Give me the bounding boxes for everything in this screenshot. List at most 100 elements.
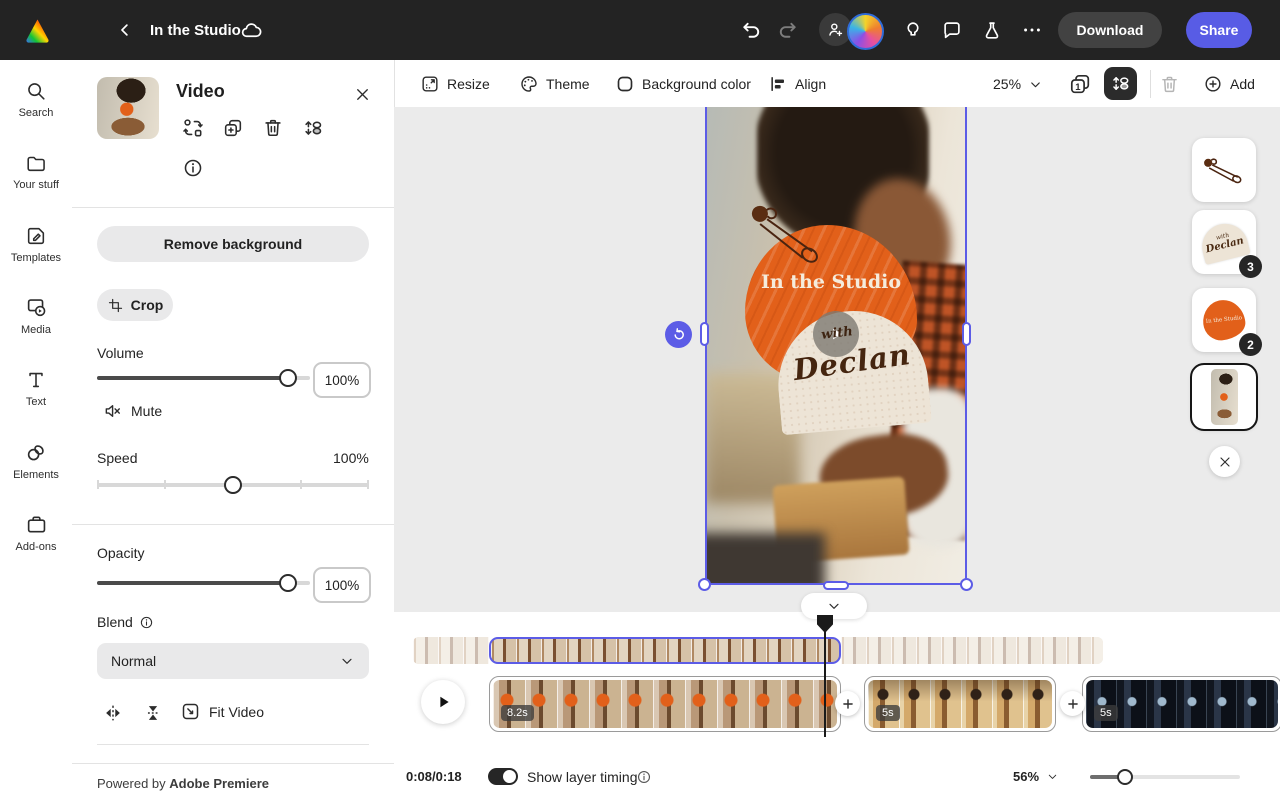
opacity-value[interactable]: 100% [313, 567, 371, 603]
selected-video-element[interactable]: In the Studio with Declan [705, 107, 967, 585]
scrubber-strip-right[interactable] [841, 637, 1103, 664]
playhead-line [824, 631, 826, 737]
document-title[interactable]: In the Studio [150, 22, 241, 39]
timeline-clip-3[interactable]: 5s [1082, 676, 1280, 732]
timeline-play-button[interactable] [421, 680, 465, 724]
orange-blob-layer-preview: In the Studio [1201, 298, 1247, 342]
layer-group-count-badge: 2 [1239, 333, 1262, 356]
resize-handle-bottom-right[interactable] [960, 578, 973, 591]
scrubber-strip-selected[interactable] [489, 637, 841, 664]
plus-circle-icon [1203, 74, 1223, 94]
undo-button[interactable] [740, 19, 763, 42]
layers-panel-toggle-active[interactable] [1104, 67, 1137, 100]
timeline-zoom-control[interactable]: 56% [1013, 769, 1059, 784]
sidebar-item-label: Templates [11, 252, 61, 264]
sidebar-item-search[interactable]: Search [0, 80, 72, 119]
reorder-icon [302, 117, 324, 139]
mute-label: Mute [131, 403, 162, 419]
sidebar-item-media[interactable]: Media [0, 296, 72, 336]
more-options-button[interactable] [1021, 22, 1043, 43]
scrubber-strip-left[interactable] [413, 637, 489, 664]
cloud-sync-icon[interactable] [240, 19, 263, 42]
collapse-timeline-button[interactable] [801, 593, 867, 619]
redo-button[interactable] [776, 19, 799, 42]
close-icon [353, 85, 372, 104]
comments-button[interactable] [941, 19, 963, 41]
sidebar-item-text[interactable]: Text [0, 369, 72, 408]
layer-card-video-selected[interactable] [1192, 365, 1256, 429]
canvas-zoom-control[interactable]: 25% [993, 71, 1043, 97]
blend-info-icon[interactable] [139, 615, 154, 630]
video-info-button[interactable] [181, 156, 205, 180]
add-clip-button-2[interactable] [1060, 691, 1085, 716]
adobe-express-logo[interactable] [24, 17, 51, 49]
resize-handle-right[interactable] [962, 322, 971, 346]
speed-value: 100% [333, 450, 369, 466]
resize-label: Resize [447, 76, 490, 92]
fit-video-button[interactable]: Fit Video [180, 701, 264, 722]
sidebar-item-add-ons[interactable]: Add-ons [0, 513, 72, 553]
sidebar-item-label: Text [26, 396, 46, 408]
replace-icon [182, 117, 204, 139]
theme-button[interactable]: Theme [519, 71, 590, 97]
sidebar-item-label: Search [19, 107, 54, 119]
rotate-handle[interactable] [665, 321, 692, 348]
pages-button[interactable]: 1 [1068, 72, 1092, 96]
align-icon [768, 74, 788, 94]
background-color-button[interactable]: Background color [615, 71, 751, 97]
volume-value[interactable]: 100% [313, 362, 371, 398]
svg-text:1: 1 [1075, 82, 1081, 93]
sidebar-item-your-stuff[interactable]: Your stuff [0, 152, 72, 191]
delete-button[interactable] [261, 116, 285, 140]
back-button[interactable] [116, 21, 134, 39]
timeline-clip-2[interactable]: 5s [864, 676, 1056, 732]
user-avatar[interactable] [847, 13, 884, 50]
sidebar-item-label: Add-ons [16, 541, 57, 553]
align-button[interactable]: Align [768, 71, 826, 97]
trash-icon [262, 117, 284, 139]
close-panel-button[interactable] [350, 82, 374, 106]
resize-handle-bottom[interactable] [823, 581, 849, 590]
layer-timing-info-icon[interactable] [636, 769, 652, 785]
timeline-clip-1[interactable]: 8.2s [489, 676, 841, 732]
align-label: Align [795, 76, 826, 92]
delete-page-button-disabled[interactable] [1157, 72, 1181, 96]
layer-card-cream-badge-group[interactable]: with Declan 3 [1192, 210, 1256, 274]
close-layers-rail-button[interactable] [1209, 446, 1240, 477]
add-clip-button-1[interactable] [835, 691, 860, 716]
resize-handle-left[interactable] [700, 322, 709, 346]
layer-card-orange-blob-group[interactable]: In the Studio 2 [1192, 288, 1256, 352]
timeline-zoom-value: 56% [1013, 769, 1039, 784]
add-page-button[interactable]: Add [1203, 71, 1255, 97]
speed-ramp-button[interactable] [141, 701, 165, 725]
theme-label: Theme [546, 76, 590, 92]
layer-card-safety-pin[interactable] [1192, 138, 1256, 202]
lightbulb-icon[interactable] [902, 19, 924, 41]
rotate-icon [671, 327, 687, 343]
show-layer-timing-toggle[interactable] [488, 768, 518, 785]
divider [72, 763, 394, 764]
fit-video-label: Fit Video [209, 704, 264, 720]
background-color-label: Background color [642, 76, 751, 92]
replace-video-button[interactable] [181, 116, 205, 140]
flip-horizontal-button[interactable] [101, 701, 125, 725]
duplicate-button[interactable] [221, 116, 245, 140]
flip-horizontal-icon [102, 702, 124, 724]
chevron-down-icon [339, 653, 355, 669]
chevron-down-icon [826, 598, 842, 614]
beta-flask-icon[interactable] [981, 19, 1003, 41]
resize-button[interactable]: Resize [420, 71, 490, 97]
adobe-express-app: In the Studio Download Share [0, 0, 1280, 801]
blend-label: Blend [97, 614, 133, 630]
share-button[interactable]: Share [1186, 12, 1252, 48]
reorder-layers-button[interactable] [301, 116, 325, 140]
sidebar-item-templates[interactable]: Templates [0, 225, 72, 264]
panel-title: Video [176, 81, 225, 102]
download-button[interactable]: Download [1058, 12, 1162, 48]
crop-button[interactable]: Crop [97, 289, 173, 321]
sidebar-item-elements[interactable]: Elements [0, 441, 72, 481]
resize-handle-bottom-left[interactable] [698, 578, 711, 591]
blend-mode-select[interactable]: Normal [97, 643, 369, 679]
remove-background-button[interactable]: Remove background [97, 226, 369, 262]
mute-button[interactable]: Mute [103, 401, 162, 421]
